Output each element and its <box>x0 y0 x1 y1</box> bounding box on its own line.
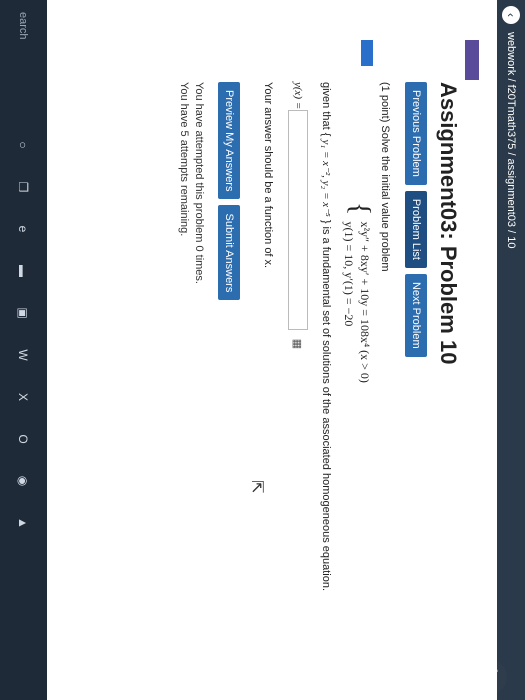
given-prefix: given that { <box>320 82 332 137</box>
sidebar-accent-bar <box>465 40 479 80</box>
answer-row: y(x) = ▦ <box>288 82 308 682</box>
breadcrumb[interactable]: webwork / f20Tmath375 / assignment03 / 1… <box>505 32 517 248</box>
browser-address-bar: ‹ webwork / f20Tmath375 / assignment03 /… <box>497 0 525 700</box>
task-view-icon[interactable]: ❐ <box>15 178 33 196</box>
problem-intro: (1 point) Solve the initial value proble… <box>379 82 391 272</box>
submit-answers-button[interactable]: Submit Answers <box>218 205 240 301</box>
excel-icon[interactable]: X <box>15 388 33 406</box>
equation-brace: { <box>344 202 375 216</box>
answer-hint: Your answer should be a function of x. <box>262 82 274 269</box>
mouse-cursor-icon: ⇱ <box>248 480 265 494</box>
cortana-icon[interactable]: ○ <box>15 136 33 154</box>
equation-line-1: x²y″ + 8xy′ + 10y = 108x⁴ (x > 0) <box>358 221 372 383</box>
back-icon[interactable]: ‹ <box>502 6 520 24</box>
given-math: y₁ = x⁻², y₂ = x⁻⁵ <box>320 139 332 217</box>
ivp-equation: { x²y″ + 8xy′ + 10y = 108x⁴ (x > 0) y(1)… <box>341 202 375 682</box>
answer-label: y(x) = <box>292 82 304 110</box>
equation-line-2: y(1) = 10, y′(1) = −20 <box>342 221 356 327</box>
left-sidebar <box>47 0 497 80</box>
attempts-info: You have attempted this problem 0 times.… <box>176 82 206 682</box>
attempts-remaining: You have 5 attempts remaining. <box>178 82 190 237</box>
given-suffix: } is a fundamental set of solutions of t… <box>320 219 332 592</box>
store-icon[interactable]: ▣ <box>15 304 33 322</box>
sidebar-active-item[interactable] <box>361 40 373 66</box>
problem-nav: Previous Problem Problem List Next Probl… <box>405 82 427 357</box>
chrome-icon[interactable]: ◉ <box>15 472 33 490</box>
given-statement: given that { y₁ = x⁻², y₂ = x⁻⁵ } is a f… <box>320 82 333 682</box>
edge-icon[interactable]: e <box>15 220 33 238</box>
previous-problem-button[interactable]: Previous Problem <box>405 82 427 185</box>
equation-editor-icon[interactable]: ▦ <box>291 336 305 352</box>
answer-input[interactable] <box>288 110 308 330</box>
problem-list-button[interactable]: Problem List <box>405 190 427 268</box>
attempts-count: You have attempted this problem 0 times. <box>193 82 205 284</box>
preview-answers-button[interactable]: Preview My Answers <box>218 82 240 200</box>
webwork-page: Assignment03: Problem 10 Previous Proble… <box>47 0 497 700</box>
laptop-screen: ‹ webwork / f20Tmath375 / assignment03 /… <box>0 0 525 700</box>
windows-taskbar: earch ○ ❐ e ▬ ▣ W X O ◉ ▲ <box>0 0 47 700</box>
page-title: Assignment03: Problem 10 <box>436 82 461 365</box>
answer-actions: Preview My Answers Submit Answers <box>218 82 240 682</box>
word-icon[interactable]: W <box>15 346 33 364</box>
problem-body: (1 point) Solve the initial value proble… <box>176 82 391 682</box>
next-problem-button[interactable]: Next Problem <box>405 273 427 357</box>
app-icon[interactable]: ▲ <box>15 514 33 532</box>
taskbar-search[interactable]: earch <box>8 4 40 112</box>
outlook-icon[interactable]: O <box>15 430 33 448</box>
file-explorer-icon[interactable]: ▬ <box>15 262 33 280</box>
